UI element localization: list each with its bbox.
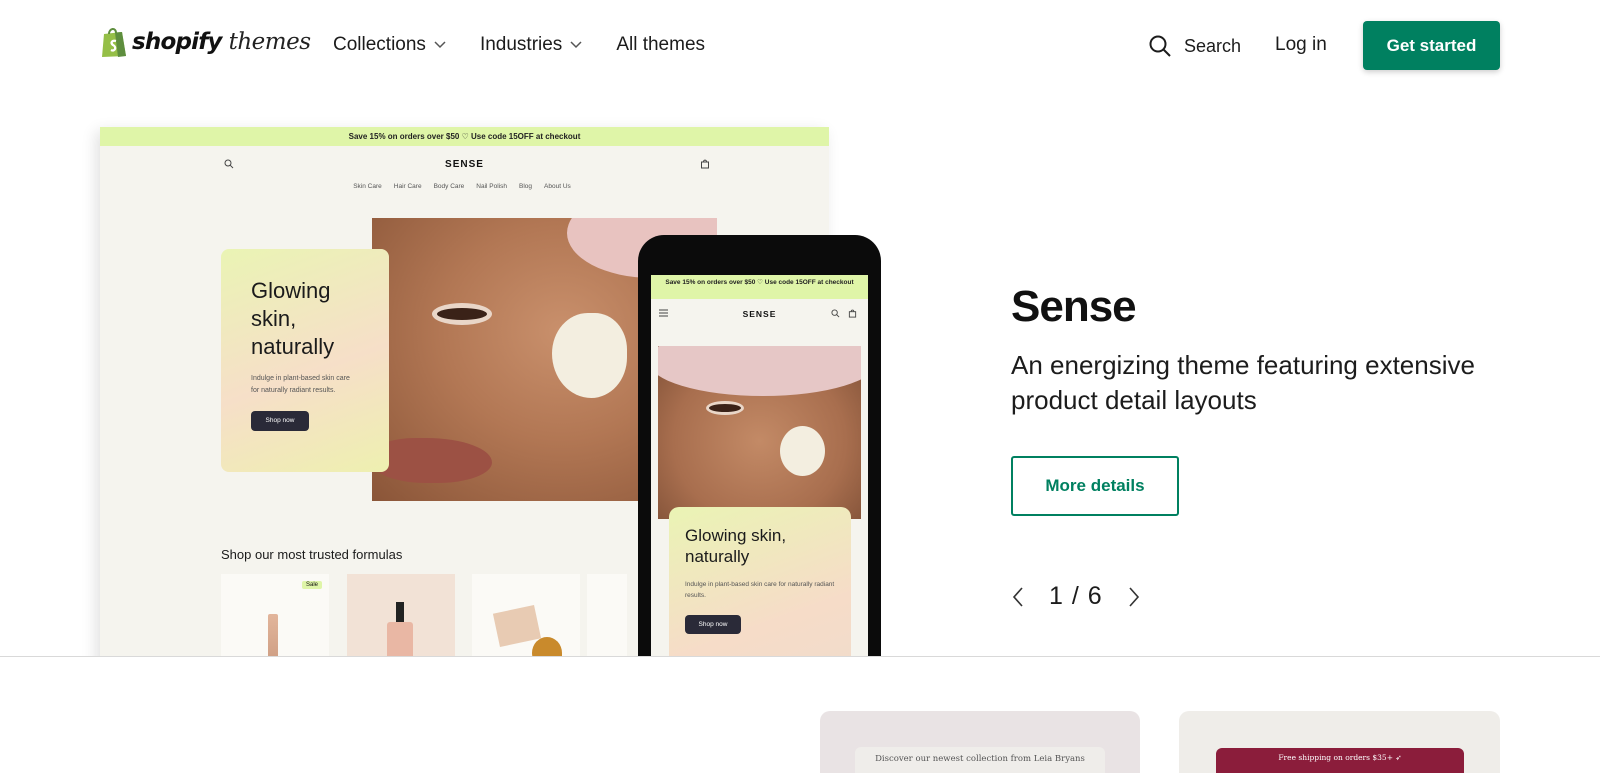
theme-card-banner: Free shipping on orders $35+ ➶	[1216, 748, 1464, 773]
desktop-menu-item: Body Care	[433, 183, 465, 190]
section-divider	[0, 656, 1600, 657]
search-icon	[1149, 35, 1171, 57]
mobile-screen: Save 15% on orders over $50 ♡ Use code 1…	[651, 275, 868, 657]
theme-description: An energizing theme featuring extensive …	[1011, 350, 1475, 415]
desktop-store-brand: SENSE	[445, 159, 484, 170]
mobile-model-photo	[658, 346, 861, 519]
product-tube-image	[268, 614, 278, 657]
chevron-down-icon	[434, 41, 446, 49]
theme-title: Sense	[1011, 282, 1137, 331]
desktop-announcement-bar: Save 15% on orders over $50 ♡ Use code 1…	[100, 127, 829, 146]
desktop-hero-title: Glowing skin, naturally	[251, 278, 335, 359]
main-nav: Collections Industries All themes	[333, 34, 705, 56]
theme-card[interactable]: Discover our newest collection from Leia…	[820, 711, 1140, 773]
cart-icon	[701, 159, 709, 169]
chevron-left-icon[interactable]	[1011, 586, 1025, 608]
nav-collections-label: Collections	[333, 34, 426, 55]
nav-collections[interactable]: Collections	[333, 34, 446, 56]
theme-pager: 1 / 6	[1011, 582, 1141, 611]
nav-all-themes[interactable]: All themes	[616, 34, 705, 56]
product-bottle-image	[387, 622, 413, 657]
search-button[interactable]: Search	[1148, 34, 1241, 58]
shopify-themes-logo[interactable]: shopify themes	[100, 26, 311, 58]
desktop-store-menu: Skin Care Hair Care Body Care Nail Polis…	[100, 183, 829, 190]
search-label: Search	[1184, 35, 1242, 56]
desktop-menu-item: Skin Care	[353, 183, 382, 190]
product-tile	[587, 574, 627, 657]
desktop-menu-item: About Us	[544, 183, 571, 190]
mobile-shop-now-button: Shop now	[685, 615, 741, 634]
theme-card-banner: Discover our newest collection from Leia…	[855, 747, 1105, 773]
desktop-hero-card: Glowing skin, naturally Indulge in plant…	[221, 249, 389, 472]
desktop-menu-item: Blog	[519, 183, 533, 190]
mobile-preview[interactable]: Save 15% on orders over $50 ♡ Use code 1…	[638, 235, 881, 657]
nav-all-themes-label: All themes	[616, 34, 706, 55]
chevron-right-icon[interactable]	[1127, 586, 1141, 608]
mobile-announcement-bar: Save 15% on orders over $50 ♡ Use code 1…	[651, 275, 868, 299]
mobile-hero-title: Glowing skin, naturally	[685, 526, 787, 566]
product-pump-image	[396, 602, 404, 624]
chevron-down-icon	[570, 41, 582, 49]
nav-industries-label: Industries	[479, 34, 563, 55]
shopify-bag-icon	[102, 28, 126, 57]
desktop-shop-now-button: Shop now	[251, 411, 309, 431]
desktop-hero-text: Indulge in plant-based skin care for nat…	[251, 375, 350, 394]
theme-card[interactable]: Free shipping on orders $35+ ➶	[1179, 711, 1500, 773]
logo-subtitle: themes	[228, 29, 311, 55]
get-started-button[interactable]: Get started	[1363, 21, 1500, 70]
nav-industries[interactable]: Industries	[480, 34, 582, 56]
desktop-menu-item: Hair Care	[393, 183, 422, 190]
desktop-section-title: Shop our most trusted formulas	[221, 547, 403, 562]
desktop-menu-item: Nail Polish	[476, 183, 508, 190]
pager-count: 1 / 6	[1049, 582, 1103, 610]
theme-hero: Save 15% on orders over $50 ♡ Use code 1…	[0, 92, 1600, 657]
search-icon	[831, 309, 840, 318]
logo-wordmark: shopify	[132, 29, 222, 55]
mobile-hero-text: Indulge in plant-based skin care for nat…	[685, 581, 835, 599]
cart-icon	[848, 309, 857, 318]
login-link[interactable]: Log in	[1275, 34, 1327, 56]
mobile-hero-card: Glowing skin, naturally Indulge in plant…	[669, 507, 851, 657]
more-details-button[interactable]: More details	[1011, 456, 1179, 516]
site-header: shopify themes Collections Industries Al…	[0, 0, 1600, 92]
sale-badge: Sale	[302, 581, 323, 589]
